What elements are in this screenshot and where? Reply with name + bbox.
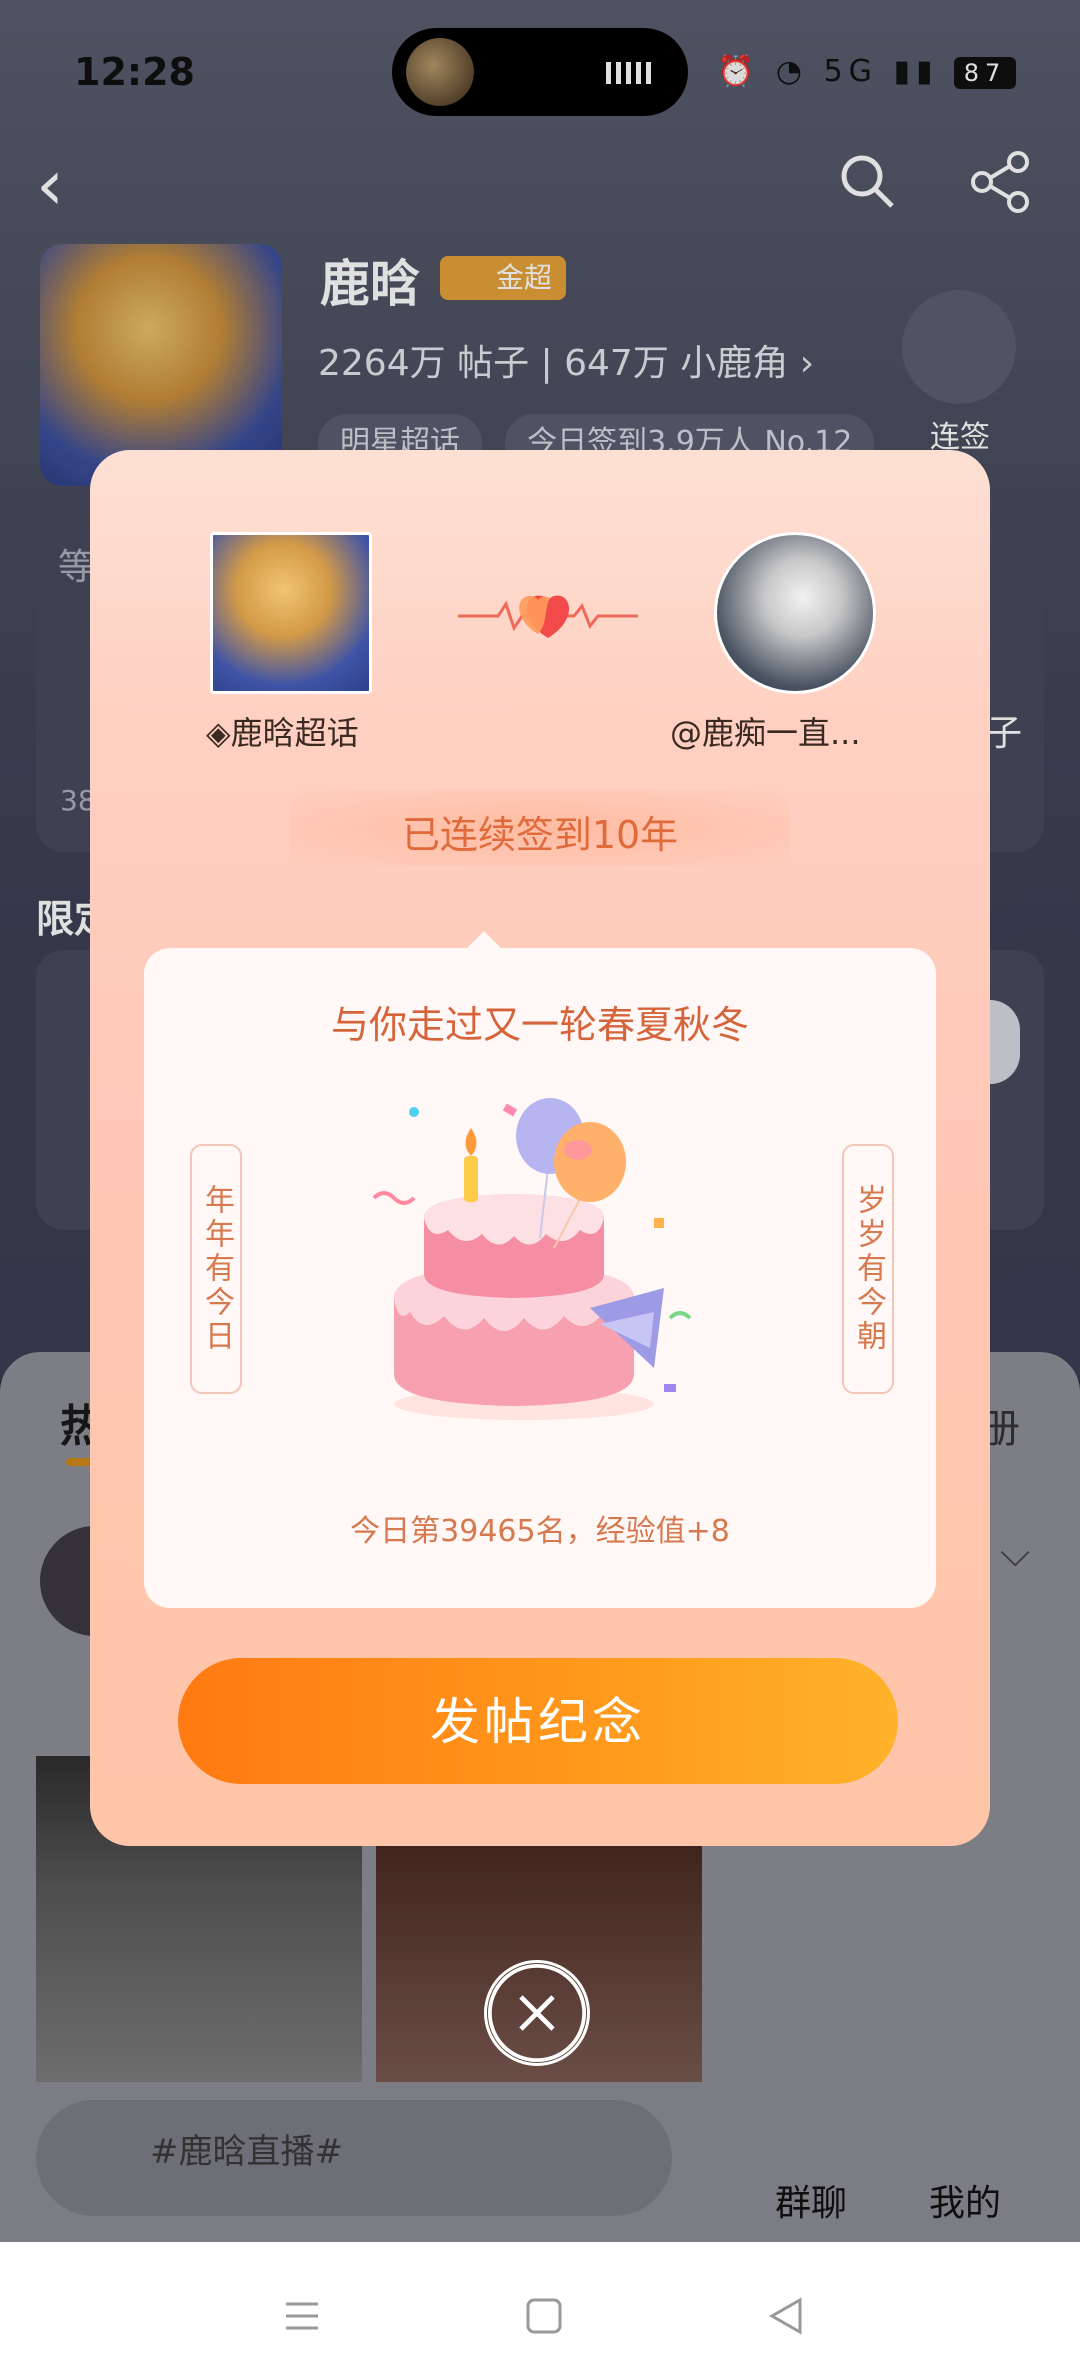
memorial-card: 与你走过又一轮春夏秋冬 年年有今日 岁岁有今朝 今日第39465名，经验值+8 (144, 948, 936, 1608)
card-title: 与你走过又一轮春夏秋冬 (330, 1003, 749, 1047)
super-topic-name-text: 鹿晗超话 (230, 714, 359, 752)
post-commemorate-button[interactable]: 发帖纪念 (178, 1658, 898, 1784)
checkin-modal: ◈鹿晗超话 @鹿痴一直... 已连续签到10年 与你走过又一轮春夏秋冬 年年有今… (90, 450, 990, 1846)
user-avatar (714, 532, 876, 694)
system-navigation-bar (0, 2242, 1080, 2374)
menu-icon[interactable] (282, 2296, 322, 2336)
back-triangle-icon[interactable] (766, 2296, 806, 2336)
heart-icon (458, 595, 638, 638)
user-name: @鹿痴一直... (670, 714, 861, 752)
home-icon[interactable] (524, 2296, 564, 2336)
rank-text: 今日第39465名，经验值+8 (350, 1514, 730, 1549)
close-icon[interactable] (484, 1960, 590, 2066)
left-couplet: 年年有今日 (190, 1144, 242, 1394)
super-topic-name: ◈鹿晗超话 (206, 714, 359, 752)
streak-text: 已连续签到10年 (401, 813, 679, 857)
right-couplet: 岁岁有今朝 (842, 1144, 894, 1394)
birthday-cake-icon (372, 1098, 692, 1420)
super-topic-image (210, 532, 372, 694)
